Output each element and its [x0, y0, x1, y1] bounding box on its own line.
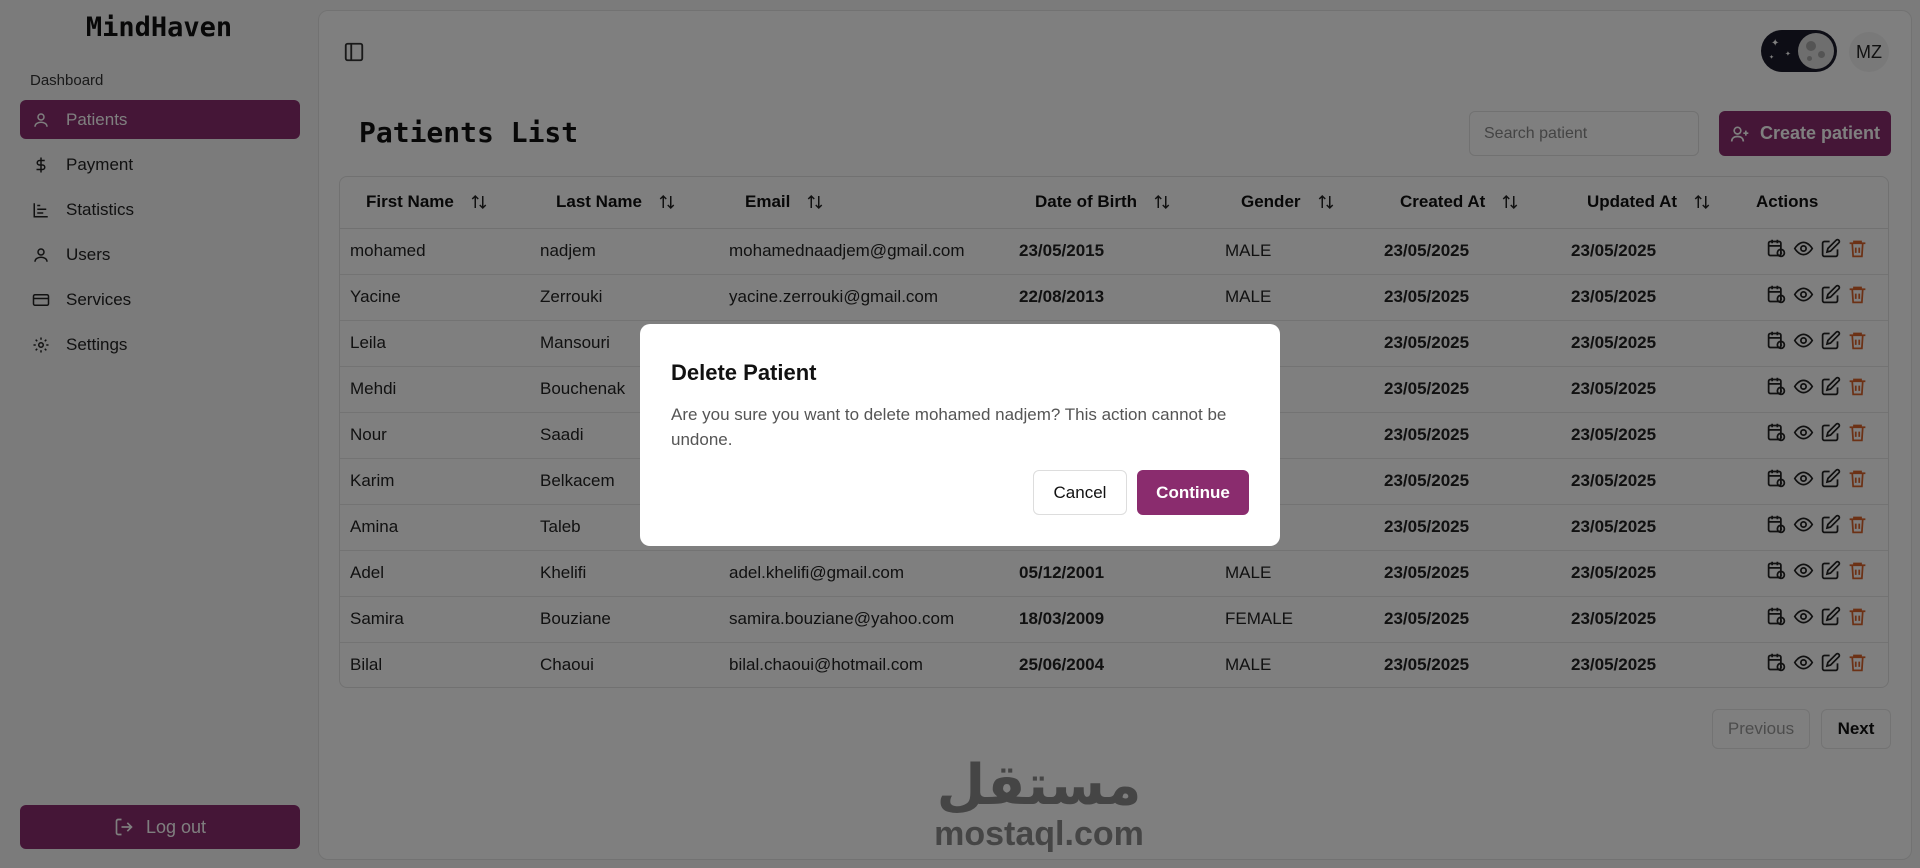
dialog-message: Are you sure you want to delete mohamed … — [671, 405, 1227, 449]
continue-button[interactable]: Continue — [1137, 470, 1249, 515]
delete-patient-dialog: Delete Patient Are you sure you want to … — [640, 324, 1280, 546]
dialog-title: Delete Patient — [671, 360, 817, 385]
cancel-button[interactable]: Cancel — [1033, 470, 1127, 515]
